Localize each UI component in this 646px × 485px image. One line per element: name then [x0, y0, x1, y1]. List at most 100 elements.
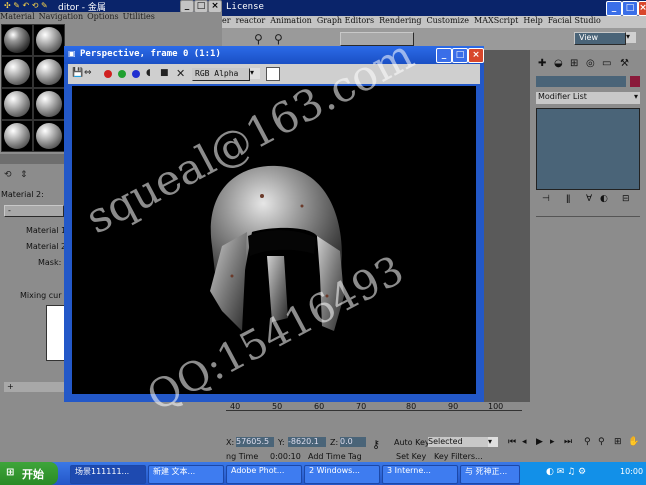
taskbar-item-notepad[interactable]: 新建 文本... [148, 465, 224, 484]
modifier-stack[interactable] [536, 108, 640, 190]
render-close-button[interactable]: × [468, 48, 484, 63]
menu-rendering[interactable]: Rendering [379, 16, 421, 25]
task-label: 场景111111... [75, 467, 130, 476]
menu-graph-editors[interactable]: Graph Editors [317, 16, 374, 25]
modifier-list-dropdown[interactable]: Modifier List ▾ [536, 92, 640, 104]
status-bar: X: 57605.5 Y: -8620.1 Z: 0.0 ⚷ Auto Key … [222, 424, 646, 462]
taskbar-item-scene[interactable]: 场景111111... [70, 465, 146, 484]
show-end-result-icon[interactable]: ǁ [566, 194, 570, 204]
zoom-extents-icon[interactable]: ⊞ [614, 437, 622, 447]
red-channel-icon[interactable] [104, 70, 112, 78]
configure-sets-icon[interactable]: ⊟ [622, 194, 630, 204]
put-material-icon[interactable]: ⇕ [20, 170, 28, 180]
y-coord-field[interactable]: -8620.1 [288, 437, 326, 447]
play-icon[interactable]: ▶ [536, 437, 543, 447]
menu-facial-studio[interactable]: Facial Studio [548, 16, 601, 25]
previous-frame-icon[interactable]: ◂ [522, 437, 527, 447]
render-maximize-button[interactable]: □ [452, 48, 468, 63]
select-link-icon[interactable]: ⚲ [254, 32, 263, 46]
motion-tab-icon[interactable]: ◎ [586, 58, 595, 69]
key-filters-button[interactable]: Key Filters... [434, 452, 483, 461]
chevron-down-icon[interactable]: ▾ [488, 437, 498, 447]
selection-filter-dropdown[interactable]: Selected [428, 437, 488, 447]
tray-icons[interactable]: ◐ ✉ ♫ ⚙ [546, 467, 586, 477]
unlink-icon[interactable]: ⚲ [274, 32, 283, 46]
menu-help[interactable]: Help [523, 16, 542, 25]
tick-label: 100 [488, 402, 504, 411]
taskbar-item-internet[interactable]: 3 Interne... [382, 465, 458, 484]
material-editor-titlebar[interactable]: ✣ ✎ ↶ ⟲ ✎ ditor - 金属 _ □ × [0, 0, 226, 13]
monochrome-icon[interactable]: ■ [160, 68, 169, 78]
sample-slot[interactable] [33, 88, 65, 120]
mixing-curve-label: Mixing cur [20, 291, 62, 300]
get-material-icon[interactable]: ⟲ [4, 170, 12, 180]
object-name-field[interactable] [536, 76, 626, 87]
toolbar-icons[interactable]: ✣ ✎ ↶ ⟲ ✎ [4, 1, 48, 10]
sample-slot[interactable] [1, 56, 33, 88]
max-titlebar[interactable]: _ □ × [222, 0, 646, 16]
remove-modifier-icon[interactable]: ◐ [600, 194, 608, 204]
sample-slot[interactable] [1, 88, 33, 120]
pan-icon[interactable]: ✋ [628, 437, 639, 447]
menu-navigation[interactable]: Navigation [39, 12, 83, 21]
menu-animation[interactable]: Animation [270, 16, 312, 25]
taskbar-item-windows[interactable]: 2 Windows... [304, 465, 380, 484]
hierarchy-tab-icon[interactable]: ⊞ [570, 58, 578, 69]
menu-options[interactable]: Options [87, 12, 119, 21]
sample-slot[interactable] [1, 24, 33, 56]
go-to-end-icon[interactable]: ⏭ [564, 437, 572, 447]
channel-dropdown[interactable]: RGB Alpha [192, 68, 250, 81]
zoom-all-icon[interactable]: ⚲ [598, 437, 605, 447]
max-maximize-button[interactable]: □ [622, 1, 638, 16]
rollout-collapsed[interactable]: + [4, 382, 64, 392]
max-minimize-button[interactable]: _ [606, 1, 622, 16]
menu-customize[interactable]: Customize [427, 16, 470, 25]
taskbar-item-photoshop[interactable]: Adobe Phot... [226, 465, 302, 484]
make-unique-icon[interactable]: ∀ [586, 194, 592, 204]
chevron-down-icon[interactable]: ▾ [626, 32, 636, 43]
auto-key-button[interactable]: Auto Key [394, 438, 430, 447]
rollout-header[interactable]: - [4, 205, 64, 217]
object-color-swatch[interactable] [630, 76, 640, 87]
clear-icon[interactable]: ✕ [176, 67, 185, 80]
pin-stack-icon[interactable]: ⊣ [542, 194, 550, 204]
menu-utilities[interactable]: Utilities [123, 12, 155, 21]
add-time-tag-button[interactable]: Add Time Tag [308, 452, 362, 461]
modify-tab-icon[interactable]: ◒ [554, 58, 563, 69]
set-key-button[interactable]: Set Key [396, 452, 426, 461]
timeline-ruler[interactable]: 40 50 60 70 80 90 100 [222, 402, 530, 424]
save-bitmap-icon[interactable]: 💾 [72, 68, 83, 78]
blue-channel-icon[interactable] [132, 70, 140, 78]
reference-coordinate-dropdown[interactable]: View [574, 32, 626, 45]
task-label: Adobe Phot... [231, 466, 285, 475]
color-swatch[interactable] [266, 67, 280, 81]
alpha-channel-icon[interactable]: ◖ [146, 68, 151, 78]
sample-slot[interactable] [1, 120, 33, 152]
next-frame-icon[interactable]: ▸ [550, 437, 555, 447]
menu-maxscript[interactable]: MAXScript [474, 16, 518, 25]
z-coord-field[interactable]: 0.0 [340, 437, 366, 447]
x-coord-field[interactable]: 57605.5 [236, 437, 274, 447]
chevron-down-icon[interactable]: ▾ [250, 68, 260, 79]
tick-label: 40 [230, 402, 241, 411]
rust-speck [300, 204, 304, 208]
menu-item[interactable]: er [222, 16, 231, 25]
display-tab-icon[interactable]: ▭ [602, 58, 611, 69]
utilities-tab-icon[interactable]: ⚒ [620, 58, 629, 69]
sample-slot[interactable] [33, 56, 65, 88]
go-to-start-icon[interactable]: ⏮ [508, 437, 516, 447]
zoom-icon[interactable]: ⚲ [584, 437, 591, 447]
start-button[interactable]: ⊞ 开始 [0, 462, 58, 485]
menu-material[interactable]: Material [0, 12, 35, 21]
key-icon[interactable]: ⚷ [372, 438, 380, 451]
create-tab-icon[interactable]: ✚ [538, 58, 546, 69]
sample-slot[interactable] [33, 24, 65, 56]
clone-window-icon[interactable]: ⇔ [84, 68, 92, 78]
max-close-button[interactable]: × [638, 1, 646, 16]
menu-reactor[interactable]: reactor [236, 16, 266, 25]
taskbar-item-chat[interactable]: 与 死神正... [460, 465, 520, 484]
sample-slot[interactable] [33, 120, 65, 152]
time-value: 0:00:10 [270, 452, 301, 461]
render-minimize-button[interactable]: _ [436, 48, 452, 63]
green-channel-icon[interactable] [118, 70, 126, 78]
